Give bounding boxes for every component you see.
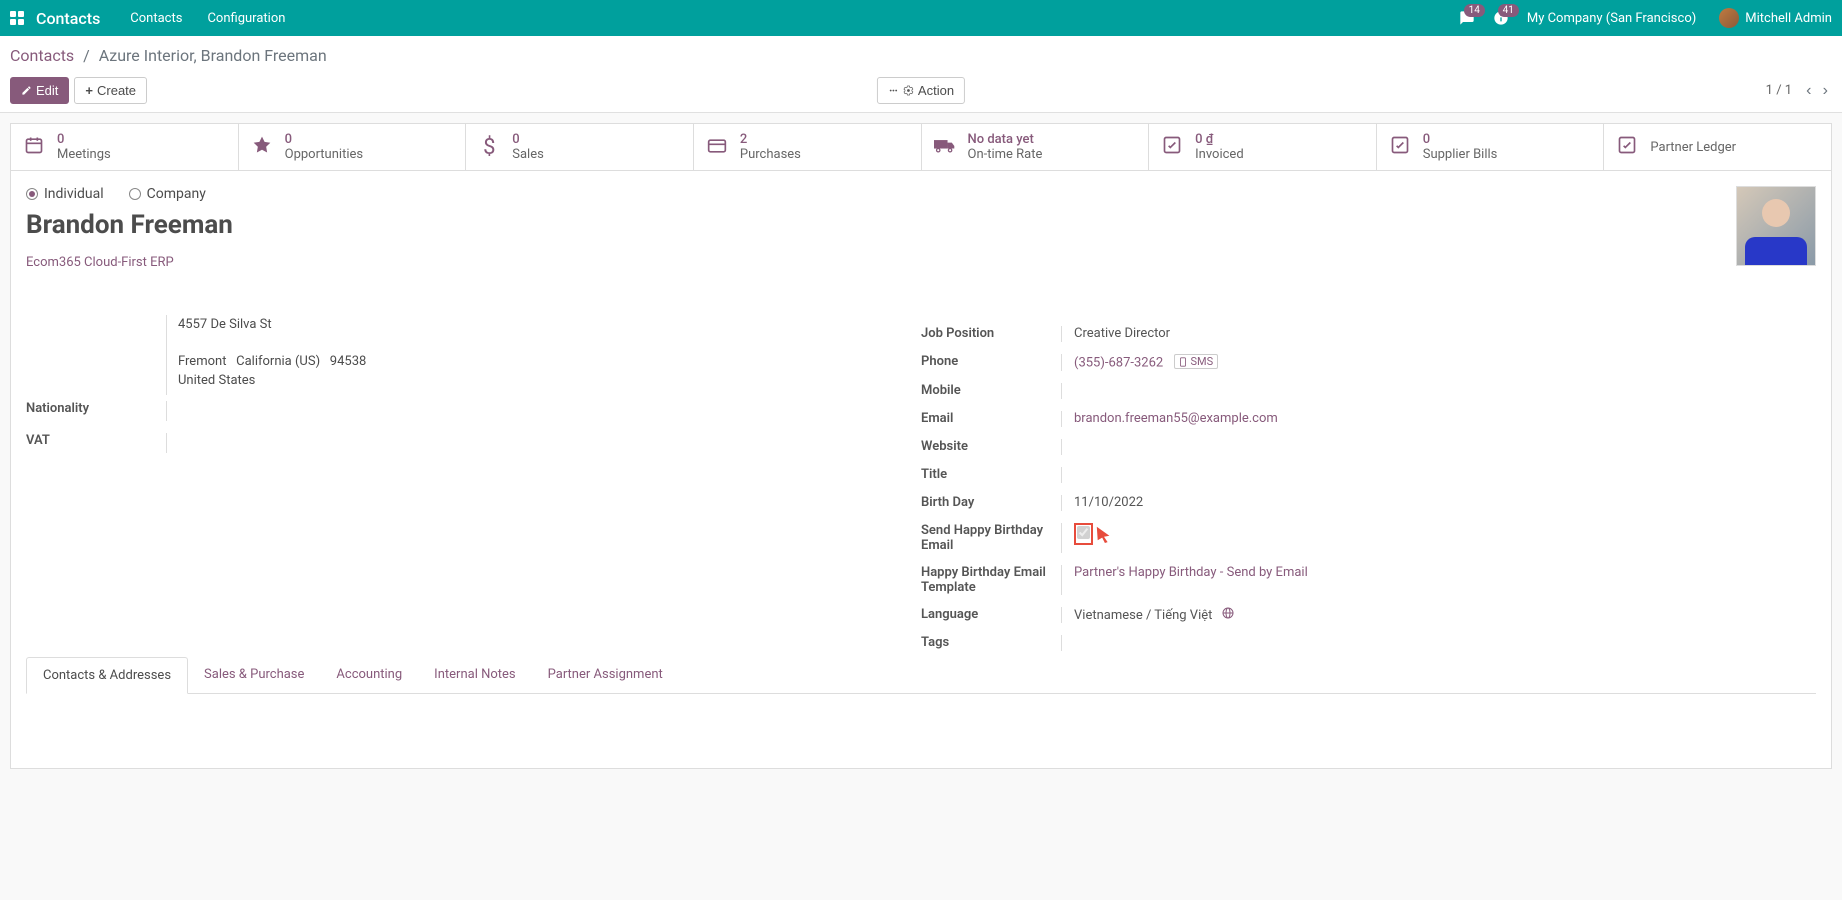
radio-individual[interactable]: Individual	[26, 186, 104, 202]
value-language: Vietnamese / Tiếng Việt	[1061, 607, 1816, 623]
label-job-position: Job Position	[921, 326, 1061, 342]
control-panel: Contacts / Azure Interior, Brandon Freem…	[0, 36, 1842, 113]
company-link[interactable]: Ecom365 Cloud-First ERP	[26, 255, 174, 270]
value-nationality	[166, 401, 921, 421]
stat-purchases[interactable]: 2Purchases	[694, 124, 922, 170]
breadcrumb: Contacts / Azure Interior, Brandon Freem…	[10, 46, 1832, 65]
label-nationality: Nationality	[26, 401, 166, 421]
pencil-square-icon	[1389, 135, 1411, 160]
user-name: Mitchell Admin	[1745, 11, 1832, 26]
radio-icon	[129, 188, 141, 200]
radio-icon	[26, 188, 38, 200]
nav-link-configuration[interactable]: Configuration	[207, 11, 285, 26]
label-tags: Tags	[921, 635, 1061, 651]
user-avatar-icon	[1719, 8, 1739, 28]
stat-meetings[interactable]: 0Meetings	[11, 124, 239, 170]
pencil-square-icon	[1616, 135, 1638, 160]
pager-prev[interactable]: ‹	[1802, 80, 1815, 102]
star-icon	[251, 135, 273, 160]
edit-button[interactable]: Edit	[10, 77, 69, 104]
label-website: Website	[921, 439, 1061, 455]
value-website	[1061, 439, 1816, 455]
label-email: Email	[921, 411, 1061, 427]
messages-icon[interactable]: 14	[1459, 10, 1475, 26]
value-birthday: 11/10/2022	[1061, 495, 1816, 511]
cursor-icon	[1095, 525, 1113, 543]
truck-icon	[934, 135, 956, 159]
send-birthday-checkbox[interactable]	[1074, 523, 1093, 545]
tab-internal-notes[interactable]: Internal Notes	[418, 657, 531, 693]
radio-company[interactable]: Company	[129, 186, 206, 202]
label-mobile: Mobile	[921, 383, 1061, 399]
value-vat	[166, 433, 921, 453]
value-email[interactable]: brandon.freeman55@example.com	[1061, 411, 1816, 427]
card-icon	[706, 135, 728, 159]
label-vat: VAT	[26, 433, 166, 453]
breadcrumb-root[interactable]: Contacts	[10, 46, 74, 65]
user-menu[interactable]: Mitchell Admin	[1714, 8, 1832, 28]
stat-sales[interactable]: $ 0Sales	[466, 124, 694, 170]
tab-contacts-addresses[interactable]: Contacts & Addresses	[26, 657, 188, 694]
tab-partner-assignment[interactable]: Partner Assignment	[532, 657, 679, 693]
value-title	[1061, 467, 1816, 483]
label-birthday-template: Happy Birthday Email Template	[921, 565, 1061, 595]
activities-badge: 41	[1498, 4, 1519, 17]
nav-link-contacts[interactable]: Contacts	[130, 11, 182, 26]
label-language: Language	[921, 607, 1061, 623]
navbar: Contacts Contacts Configuration 14 41 My…	[0, 0, 1842, 36]
form-sheet: 0Meetings 0Opportunities $ 0Sales 2Purch…	[10, 123, 1832, 769]
dollar-icon: $	[478, 135, 500, 160]
label-send-birthday: Send Happy Birthday Email	[921, 523, 1061, 553]
apps-icon[interactable]	[10, 11, 24, 25]
stat-invoiced[interactable]: 0 ₫Invoiced	[1149, 124, 1377, 170]
breadcrumb-current: Azure Interior, Brandon Freeman	[99, 46, 327, 65]
create-button[interactable]: + Create	[74, 77, 147, 104]
stat-partner-ledger[interactable]: Partner Ledger	[1604, 124, 1831, 170]
stat-supplier-bills[interactable]: 0Supplier Bills	[1377, 124, 1605, 170]
value-phone: (355)-687-3262 SMS	[1061, 354, 1816, 371]
tab-accounting[interactable]: Accounting	[320, 657, 418, 693]
address: 4557 De Silva St Fremont California (US)…	[26, 315, 921, 390]
tab-sales-purchase[interactable]: Sales & Purchase	[188, 657, 320, 693]
stat-opportunities[interactable]: 0Opportunities	[239, 124, 467, 170]
label-title: Title	[921, 467, 1061, 483]
contact-name: Brandon Freeman	[26, 210, 1816, 240]
stat-bar: 0Meetings 0Opportunities $ 0Sales 2Purch…	[11, 124, 1831, 171]
pager-text: 1 / 1	[1766, 83, 1792, 98]
value-mobile	[1061, 383, 1816, 399]
app-name[interactable]: Contacts	[36, 9, 100, 28]
sms-button[interactable]: SMS	[1174, 354, 1218, 369]
value-job-position: Creative Director	[1061, 326, 1816, 342]
activities-icon[interactable]: 41	[1493, 10, 1509, 26]
globe-icon[interactable]	[1222, 608, 1234, 623]
action-button[interactable]: Action	[877, 77, 965, 104]
pager-next[interactable]: ›	[1819, 80, 1832, 102]
label-phone: Phone	[921, 354, 1061, 371]
company-selector[interactable]: My Company (San Francisco)	[1527, 11, 1696, 26]
value-tags	[1061, 635, 1816, 651]
pencil-square-icon	[1161, 135, 1183, 160]
contact-avatar[interactable]	[1736, 186, 1816, 266]
calendar-icon	[23, 135, 45, 160]
stat-ontime[interactable]: No data yetOn-time Rate	[922, 124, 1150, 170]
value-birthday-template[interactable]: Partner's Happy Birthday - Send by Email	[1061, 565, 1816, 595]
messages-badge: 14	[1464, 4, 1485, 17]
label-birthday: Birth Day	[921, 495, 1061, 511]
tabs: Contacts & Addresses Sales & Purchase Ac…	[26, 657, 1816, 694]
